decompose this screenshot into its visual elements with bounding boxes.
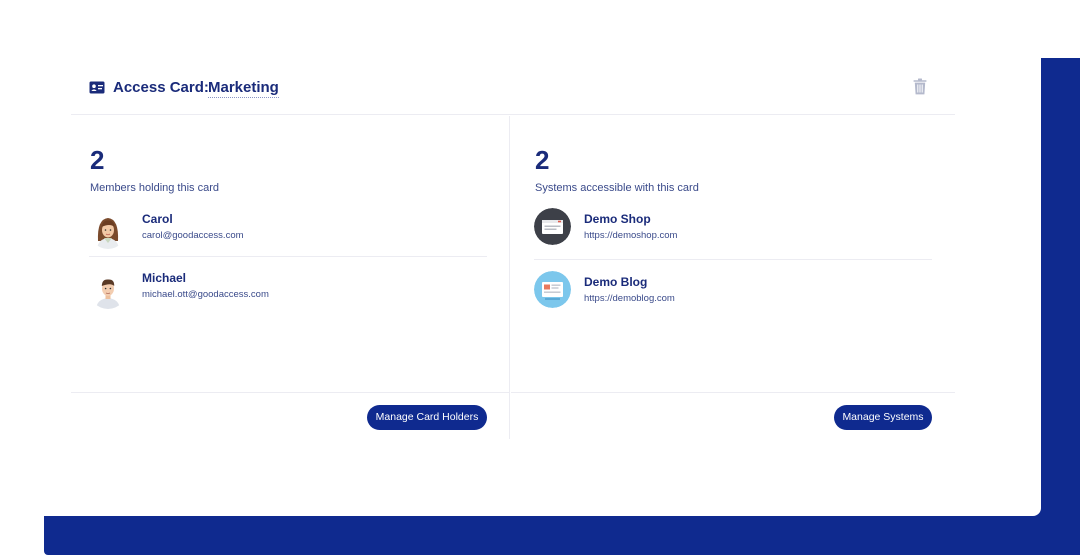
members-count: 2 [90, 145, 105, 175]
member-email: carol@goodaccess.com [142, 230, 244, 241]
system-name: Demo Shop [584, 212, 651, 226]
manage-card-holders-button[interactable]: Manage Card Holders [367, 405, 487, 430]
card-name[interactable]: Marketing [208, 79, 279, 98]
member-email: michael.ott@goodaccess.com [142, 289, 269, 300]
systems-count: 2 [535, 145, 550, 175]
member-name: Carol [142, 212, 173, 226]
member-item-michael[interactable]: Michael michael.ott@goodaccess.com [89, 265, 487, 317]
card-title-label: Access Card: [113, 79, 209, 96]
member-name: Michael [142, 271, 187, 285]
system-item-demo-shop[interactable]: Demo Shop https://demoshop.com [534, 205, 932, 260]
system-url: https://demoshop.com [584, 230, 678, 241]
female-avatar [89, 211, 127, 249]
system-url: https://demoblog.com [584, 293, 675, 304]
shop-system-icon [534, 208, 571, 245]
male-avatar [89, 271, 127, 309]
systems-subtitle: Systems accessible with this card [535, 182, 699, 194]
systems-footer-divider [511, 392, 955, 393]
members-section: 2 Members holding this card Carol carol@… [71, 116, 510, 439]
blog-system-icon [534, 271, 571, 308]
systems-section: 2 Systems accessible with this card Demo… [511, 116, 955, 439]
members-footer-divider [71, 392, 510, 393]
trash-icon[interactable] [913, 78, 927, 95]
id-card-icon [89, 81, 105, 94]
access-card-panel: Access Card: Marketing 2 Members holding… [0, 0, 1041, 516]
manage-systems-button[interactable]: Manage Systems [834, 405, 932, 430]
member-item-carol[interactable]: Carol carol@goodaccess.com [89, 205, 487, 257]
system-item-demo-blog[interactable]: Demo Blog https://demoblog.com [534, 268, 932, 323]
members-subtitle: Members holding this card [90, 182, 220, 194]
card-header: Access Card: Marketing [71, 64, 955, 115]
system-name: Demo Blog [584, 275, 648, 289]
